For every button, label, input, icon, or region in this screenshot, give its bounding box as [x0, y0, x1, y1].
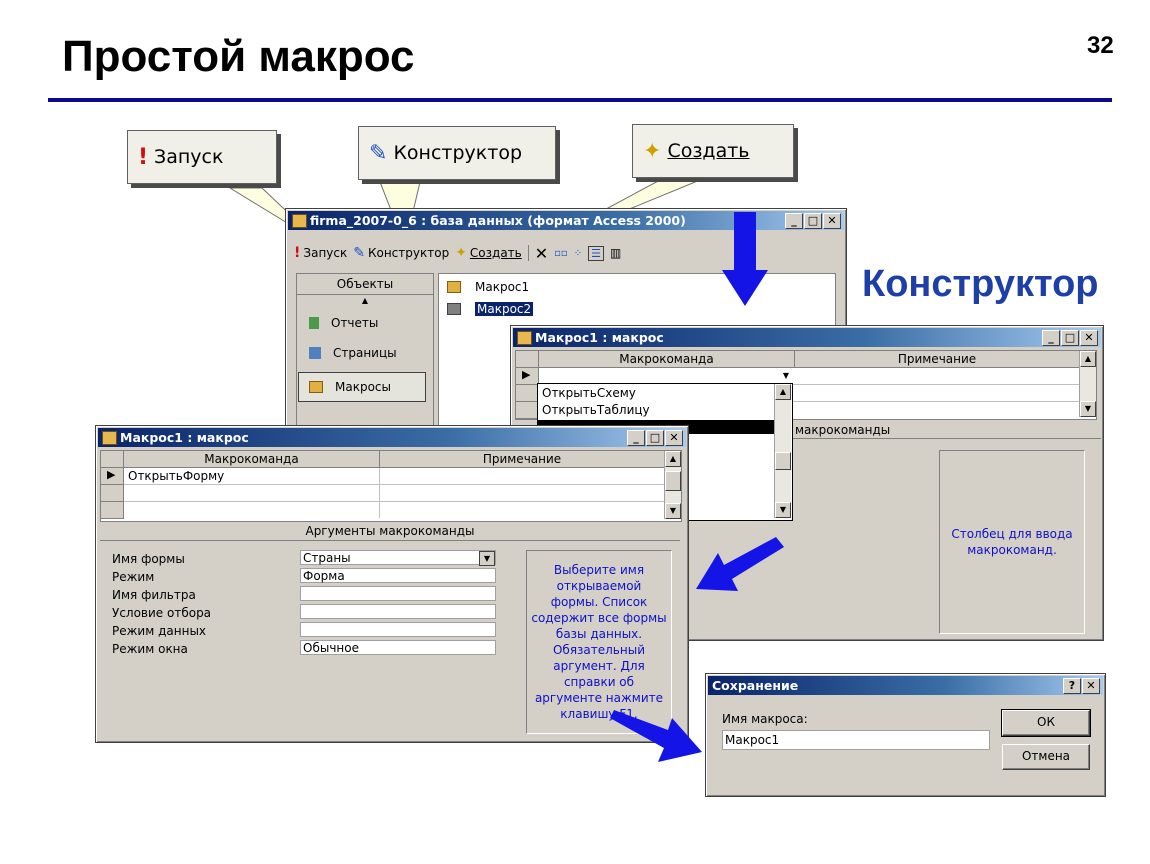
macro-window-front-titlebar[interactable]: Макрос1 : макрос _ □ ✕	[98, 428, 686, 447]
column-header-note[interactable]: Примечание	[380, 451, 665, 468]
database-icon	[292, 214, 307, 228]
list-item[interactable]: Макрос2	[447, 302, 534, 316]
column-header-note[interactable]: Примечание	[795, 351, 1080, 368]
report-icon	[309, 317, 319, 329]
right-arrow	[610, 710, 702, 762]
list-view-icon[interactable]: ☰	[588, 245, 604, 261]
toolbar-separator	[527, 245, 529, 261]
macro-window-front: Макрос1 : макрос _ □ ✕ Макрокоманда Прим…	[95, 425, 689, 743]
page-icon	[309, 347, 321, 359]
small-icons-icon[interactable]: ⁘	[574, 248, 582, 259]
database-window-title: firma_2007-0_6 : база данных (формат Acc…	[310, 213, 686, 228]
design-ruler-icon: ✎	[369, 140, 388, 166]
new-macro-icon: ✦	[455, 245, 467, 261]
close-button[interactable]: ✕	[665, 430, 683, 446]
down-arrow	[722, 212, 768, 306]
arg-label: Имя формы	[112, 552, 185, 566]
where-condition-input[interactable]	[300, 604, 496, 619]
action-cell[interactable]: ОткрытьФорму	[128, 468, 224, 484]
ok-button[interactable]: ОК	[1001, 709, 1091, 737]
new-macro-icon: ✦	[643, 138, 662, 164]
help-button[interactable]: ?	[1063, 678, 1081, 694]
macro-window-back-titlebar[interactable]: Макрос1 : макрос _ □ ✕	[513, 328, 1101, 347]
help-hint: Выберите имя открываемой формы. Список с…	[526, 550, 672, 734]
exclamation-icon: !	[294, 245, 301, 261]
dropdown-arrow-icon[interactable]: ▼	[779, 369, 793, 383]
args-header: Аргументы макрокоманды	[100, 522, 680, 541]
left-arrow	[696, 537, 784, 591]
column-header-action[interactable]: Макрокоманда	[539, 351, 795, 368]
run-callout: ! Запуск	[127, 130, 277, 184]
list-item[interactable]: Макрос1	[447, 280, 529, 294]
macro-name-label: Имя макроса:	[722, 712, 808, 726]
design-button[interactable]: ✎ Конструктор	[353, 245, 449, 261]
cancel-button[interactable]: Отмена	[1002, 744, 1090, 770]
arg-label: Условие отбора	[112, 606, 212, 620]
objects-item-reports[interactable]: Отчеты	[309, 316, 378, 330]
create-callout: ✦ Создать	[632, 124, 794, 178]
objects-item-macros[interactable]: Макросы	[298, 372, 426, 402]
macro-icon	[447, 303, 461, 315]
maximize-button[interactable]: □	[1061, 330, 1079, 346]
objects-header: Объекты	[297, 274, 433, 295]
arg-label: Режим	[112, 570, 155, 584]
arg-label: Имя фильтра	[112, 588, 196, 602]
save-dialog: Сохранение ? ✕ Имя макроса: Макрос1 ОК О…	[705, 673, 1106, 797]
macro-icon	[447, 281, 461, 293]
row-selector[interactable]	[516, 385, 539, 402]
dropdown-item[interactable]: ОткрытьСхему	[542, 386, 636, 400]
minimize-button[interactable]: _	[627, 430, 645, 446]
row-selector[interactable]: ▶	[101, 468, 124, 485]
macro-icon	[102, 431, 117, 445]
close-button[interactable]: ✕	[823, 213, 841, 229]
run-button[interactable]: ! Запуск	[294, 245, 347, 261]
minimize-button[interactable]: _	[1042, 330, 1060, 346]
create-button[interactable]: ✦ Создать	[455, 245, 522, 261]
maximize-button[interactable]: □	[646, 430, 664, 446]
current-row-icon: ▶	[522, 368, 531, 381]
column-header-action[interactable]: Макрокоманда	[124, 451, 380, 468]
row-selector[interactable]: ▶	[516, 368, 539, 385]
close-button[interactable]: ✕	[1080, 330, 1098, 346]
delete-icon[interactable]: ✕	[535, 244, 548, 263]
dropdown-scrollbar[interactable]: ▲ ▼	[774, 384, 791, 518]
grid-scrollbar[interactable]: ▲ ▼	[664, 451, 681, 519]
minimize-button[interactable]: _	[785, 213, 803, 229]
current-row-icon: ▶	[107, 468, 116, 481]
dropdown-item[interactable]: ОткрытьТаблицу	[542, 403, 650, 417]
row-selector[interactable]	[516, 402, 539, 419]
data-mode-input[interactable]	[300, 622, 496, 637]
filter-name-input[interactable]	[300, 586, 496, 601]
form-name-input[interactable]: Страны ▼	[300, 550, 496, 566]
grid-scrollbar[interactable]: ▲ ▼	[1079, 351, 1096, 417]
details-view-icon[interactable]: ▥	[610, 246, 621, 260]
row-selector[interactable]	[101, 485, 124, 502]
macro-icon	[309, 381, 323, 393]
design-callout: ✎ Конструктор	[358, 126, 556, 180]
arg-label: Режим окна	[112, 642, 188, 656]
macro-grid-front: Макрокоманда Примечание ▶ ОткрытьФорму ▲…	[100, 450, 682, 522]
maximize-button[interactable]: □	[804, 213, 822, 229]
arg-label: Режим данных	[112, 624, 207, 638]
objects-item-pages[interactable]: Страницы	[309, 346, 397, 360]
window-mode-input[interactable]: Обычное	[300, 640, 496, 655]
close-button[interactable]: ✕	[1082, 678, 1100, 694]
macro-name-input[interactable]: Макрос1	[722, 730, 990, 750]
database-toolbar: ! Запуск ✎ Конструктор ✦ Создать ✕ ▫▫ ⁘ …	[294, 243, 621, 263]
help-hint-back: Столбец для ввода макрокоманд.	[939, 450, 1085, 634]
design-ruler-icon: ✎	[353, 245, 365, 261]
args-header-back: макрокоманды	[791, 422, 1101, 439]
save-dialog-titlebar[interactable]: Сохранение ? ✕	[708, 676, 1103, 695]
dropdown-arrow-icon[interactable]: ▼	[479, 551, 495, 566]
view-input[interactable]: Форма	[300, 568, 496, 583]
large-icons-icon[interactable]: ▫▫	[554, 248, 568, 259]
macro-icon	[517, 331, 532, 345]
row-selector[interactable]	[101, 502, 124, 519]
exclamation-icon: !	[138, 144, 149, 170]
scroll-up-icon[interactable]: ▲	[297, 296, 433, 314]
